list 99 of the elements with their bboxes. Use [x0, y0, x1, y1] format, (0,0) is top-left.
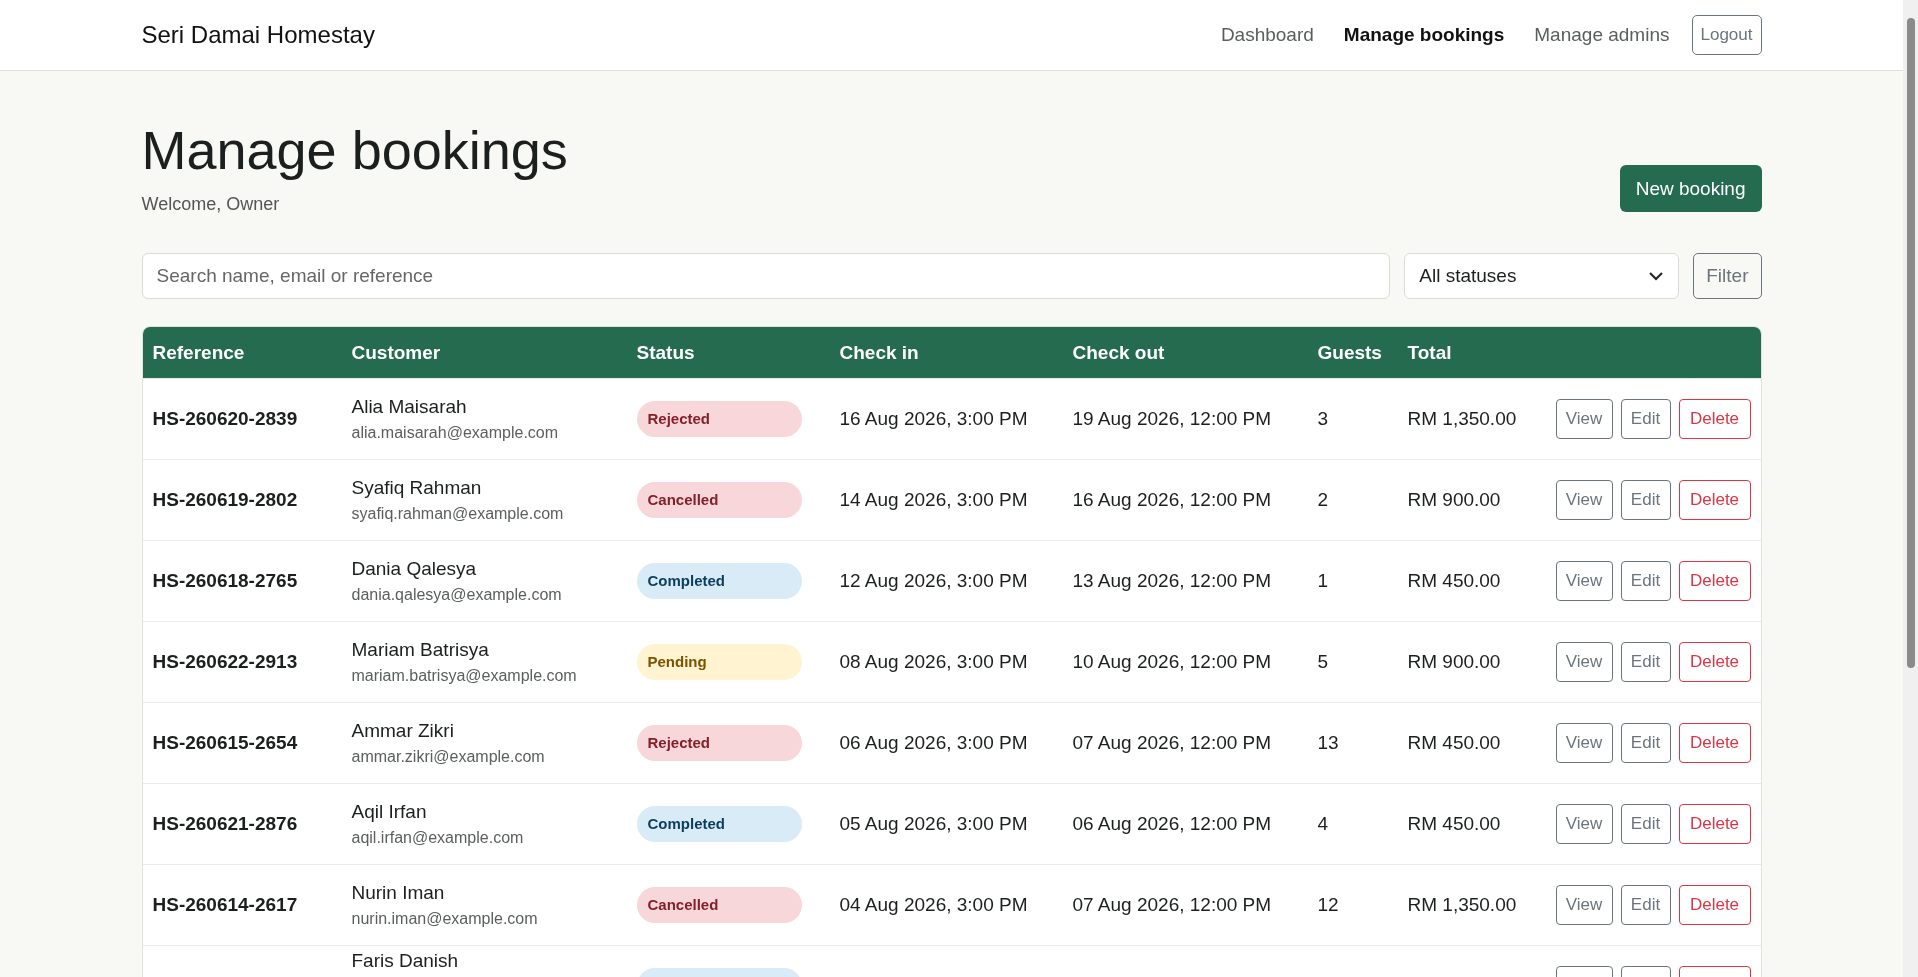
check-out-cell: 06 Aug 2026, 12:00 PM: [1072, 812, 1272, 834]
check-out-cell: 10 Aug 2026, 12:00 PM: [1072, 650, 1272, 672]
customer-name: Syafiq Rahman: [351, 476, 483, 499]
scrollbar-thumb[interactable]: [1906, 18, 1915, 668]
customer-name: Alia Maisarah: [351, 395, 468, 418]
customer-name: Mariam Batrisya: [351, 638, 490, 661]
customer-email: syafiq.rahman@example.com: [351, 504, 565, 523]
check-in-cell: 05 Aug 2026, 3:00 PM: [839, 812, 1028, 834]
total-cell: RM 450.00: [1407, 812, 1501, 834]
total-cell: RM 1,350.00: [1407, 893, 1517, 915]
reference-cell: HS-260619-2802: [152, 488, 298, 510]
guests-cell: 12: [1317, 893, 1339, 915]
delete-button[interactable]: Delete: [1678, 479, 1751, 520]
check-in-cell: 06 Aug 2026, 3:00 PM: [839, 731, 1028, 753]
check-out-cell: 19 Aug 2026, 12:00 PM: [1072, 407, 1272, 429]
scrollbar[interactable]: [1903, 0, 1918, 977]
total-cell: RM 1,350.00: [1407, 407, 1517, 429]
total-cell: RM 450.00: [1407, 569, 1501, 591]
column-header: Check out: [1062, 327, 1308, 379]
customer-name: Nurin Iman: [351, 881, 446, 904]
guests-cell: 5: [1317, 650, 1329, 672]
customer-name: Dania Qalesya: [351, 557, 478, 580]
page-title: Manage bookings: [141, 121, 568, 181]
edit-button[interactable]: Edit: [1620, 479, 1671, 520]
customer-email: aqil.irfan@example.com: [351, 828, 525, 847]
check-out-cell: 07 Aug 2026, 12:00 PM: [1072, 893, 1272, 915]
customer-email: dania.qalesya@example.com: [351, 585, 563, 604]
delete-button[interactable]: Delete: [1678, 803, 1751, 844]
customer-email: alia.maisarah@example.com: [351, 423, 560, 442]
customer-email: nurin.iman@example.com: [351, 909, 539, 928]
view-button[interactable]: View: [1555, 803, 1613, 844]
view-button[interactable]: View: [1555, 641, 1613, 682]
reference-cell: HS-260622-2913: [152, 650, 298, 672]
reference-cell: HS-260618-2765: [152, 569, 298, 591]
check-out-cell: 13 Aug 2026, 12:00 PM: [1072, 569, 1272, 591]
nav-link[interactable]: Dashboard: [1220, 24, 1314, 46]
delete-button[interactable]: Delete: [1678, 722, 1751, 763]
total-cell: RM 900.00: [1407, 488, 1501, 510]
total-cell: RM 450.00: [1407, 731, 1501, 753]
reference-cell: HS-260614-2617: [152, 893, 298, 915]
delete-button[interactable]: Delete: [1678, 560, 1751, 601]
edit-button[interactable]: Edit: [1620, 641, 1671, 682]
delete-button[interactable]: Delete: [1678, 398, 1751, 439]
total-cell: RM 900.00: [1407, 650, 1501, 672]
status-badge: Cancelled: [636, 886, 802, 923]
status-badge: Pending: [636, 643, 802, 680]
customer-name: Aqil Irfan: [351, 800, 428, 823]
check-in-cell: 04 Aug 2026, 3:00 PM: [839, 893, 1028, 915]
column-header: Check in: [829, 327, 1063, 379]
reference-cell: HS-260621-2876: [152, 812, 298, 834]
view-button[interactable]: View: [1555, 398, 1613, 439]
status-badge: Cancelled: [636, 481, 802, 518]
column-header: Status: [626, 327, 830, 379]
edit-button[interactable]: Edit: [1620, 884, 1671, 925]
edit-button[interactable]: Edit: [1620, 560, 1671, 601]
nav-link[interactable]: Manage admins: [1534, 24, 1670, 46]
status-badge: Rejected: [636, 400, 802, 437]
check-in-cell: 14 Aug 2026, 3:00 PM: [839, 488, 1028, 510]
guests-cell: 3: [1317, 407, 1329, 429]
view-button[interactable]: View: [1555, 479, 1613, 520]
column-header: Total: [1397, 327, 1548, 379]
check-out-cell: 07 Aug 2026, 12:00 PM: [1072, 731, 1272, 753]
view-button[interactable]: View: [1555, 722, 1613, 763]
check-in-cell: 16 Aug 2026, 3:00 PM: [839, 407, 1028, 429]
view-button[interactable]: View: [1555, 560, 1613, 601]
delete-button[interactable]: Delete: [1678, 884, 1751, 925]
column-header: Customer: [341, 327, 627, 379]
guests-cell: 1: [1317, 569, 1329, 591]
customer-name: Faris Danish: [351, 949, 460, 972]
logout-button[interactable]: Logout: [1691, 15, 1762, 55]
reference-cell: HS-260615-2654: [152, 731, 298, 753]
nav-link[interactable]: Manage bookings: [1343, 24, 1505, 46]
view-button[interactable]: View: [1555, 884, 1613, 925]
status-select[interactable]: All statuses: [1404, 253, 1680, 300]
edit-button[interactable]: Edit: [1620, 398, 1671, 439]
filter-button[interactable]: Filter: [1693, 253, 1762, 300]
guests-cell: 13: [1317, 731, 1339, 753]
search-field[interactable]: Search name, email or reference: [141, 253, 1391, 300]
new-booking-button[interactable]: New booking: [1619, 165, 1762, 213]
column-header: Reference: [142, 327, 342, 379]
check-in-cell: 12 Aug 2026, 3:00 PM: [839, 569, 1028, 591]
status-badge: Completed: [636, 805, 802, 842]
chevron-down-icon: [1648, 271, 1665, 282]
guests-cell: 4: [1317, 812, 1329, 834]
reference-cell: HS-260620-2839: [152, 407, 298, 429]
edit-button[interactable]: Edit: [1620, 803, 1671, 844]
delete-button[interactable]: Delete: [1678, 641, 1751, 682]
edit-button[interactable]: Edit: [1620, 722, 1671, 763]
customer-email: mariam.batrisya@example.com: [351, 666, 578, 685]
column-header: Guests: [1307, 327, 1398, 379]
check-in-cell: 08 Aug 2026, 3:00 PM: [839, 650, 1028, 672]
check-out-cell: 16 Aug 2026, 12:00 PM: [1072, 488, 1272, 510]
status-badge: Completed: [636, 562, 802, 599]
welcome-text: Welcome, Owner: [141, 194, 281, 216]
brand-link[interactable]: Seri Damai Homestay: [141, 21, 1191, 49]
customer-name: Ammar Zikri: [351, 719, 455, 742]
status-badge: Rejected: [636, 724, 802, 761]
customer-email: ammar.zikri@example.com: [351, 747, 546, 766]
guests-cell: 2: [1317, 488, 1329, 510]
